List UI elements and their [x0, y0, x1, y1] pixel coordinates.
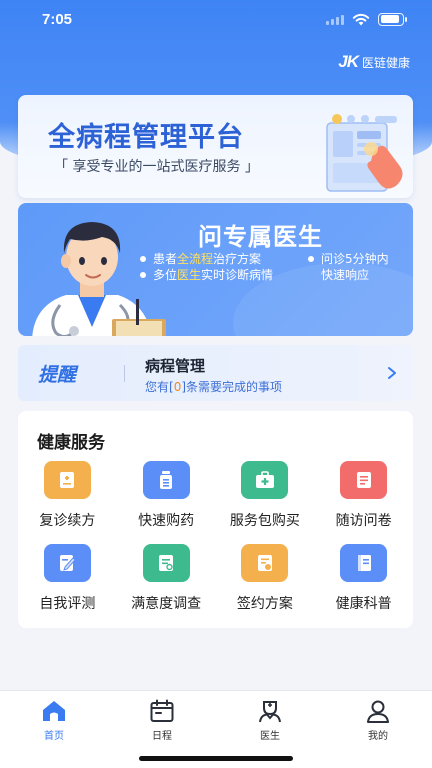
service-label: 服务包购买	[229, 513, 300, 529]
medical-kit-icon	[241, 461, 289, 499]
tab-label: 日程	[152, 731, 172, 742]
tab-profile[interactable]: 我的	[324, 691, 432, 768]
brand-mark: JK	[338, 52, 359, 71]
status-icons	[326, 12, 407, 26]
chevron-right-icon[interactable]	[385, 365, 399, 381]
questionnaire-icon	[340, 461, 388, 499]
doctor-card-title: 问专属医生	[198, 223, 323, 251]
survey-icon	[142, 544, 190, 582]
phone-tap-illustration-icon	[326, 114, 403, 192]
self-assessment-icon	[43, 544, 91, 582]
brand-logo: JK 医链健康	[338, 52, 410, 72]
battery-icon	[378, 12, 407, 26]
reminder-bar[interactable]: 提醒 病程管理 您有[0]条需要完成的事项	[18, 345, 413, 401]
brand-name: 医链健康	[361, 55, 410, 70]
service-buy-medicine[interactable]: 快速购药	[117, 461, 216, 534]
prescription-renew-icon	[43, 461, 91, 499]
status-time: 7:05	[42, 10, 73, 28]
service-prescription-renew[interactable]: 复诊续方	[18, 461, 117, 534]
feature-fast-response: 问诊5分钟内	[308, 250, 389, 267]
status-bar: 7:05	[0, 0, 432, 38]
tab-label: 首页	[44, 731, 64, 742]
signal-icon	[326, 14, 344, 25]
tab-label: 我的	[368, 731, 388, 742]
platform-banner[interactable]: 全病程管理平台 「 享受专业的一站式医疗服务 」	[18, 95, 413, 198]
service-followup-questionnaire[interactable]: 随访问卷	[314, 461, 413, 534]
feature-realtime-diagnosis: 多位 医生 实时诊断病情	[140, 266, 273, 283]
reminder-tag: 提醒	[38, 364, 77, 386]
service-label: 自我评测	[39, 596, 96, 612]
reminder-divider	[124, 365, 125, 382]
service-contract-plan[interactable]: 签约方案	[216, 544, 315, 617]
doctor-icon	[259, 701, 281, 723]
contract-icon	[241, 544, 289, 582]
wifi-icon	[352, 13, 370, 25]
profile-icon	[367, 700, 389, 723]
service-health-education[interactable]: 健康科普	[314, 544, 413, 617]
feature-fast-response-line2: 快速响应	[321, 268, 370, 282]
home-indicator	[139, 756, 293, 761]
service-label: 满意度调查	[131, 596, 202, 612]
tab-home[interactable]: 首页	[0, 691, 108, 768]
service-label: 签约方案	[236, 596, 293, 612]
tab-label: 医生	[260, 731, 280, 742]
service-label: 快速购药	[138, 513, 195, 529]
calendar-icon	[150, 699, 174, 722]
services-grid: 复诊续方 快速购药 服务包购买 随访问卷 自我评测 满意度调查 签约方案 健康科…	[18, 461, 413, 617]
banner-subtitle: 「 享受专业的一站式医疗服务 」	[54, 159, 259, 175]
health-services-panel: 健康服务 复诊续方 快速购药 服务包购买 随访问卷 自我评测 满意度调查 签约方…	[18, 411, 413, 628]
reminder-title: 病程管理	[145, 357, 206, 375]
medicine-bottle-icon	[142, 461, 190, 499]
reminder-text: 您有[0]条需要完成的事项	[145, 380, 283, 394]
banner-title: 全病程管理平台	[48, 122, 244, 153]
ask-doctor-card[interactable]: 问专属医生 患者 全流程 治疗方案 多位 医生 实时诊断病情 问诊5分钟内 快速响应	[18, 203, 413, 336]
service-label: 复诊续方	[39, 513, 96, 529]
book-icon	[340, 544, 388, 582]
service-label: 健康科普	[335, 596, 392, 612]
service-satisfaction-survey[interactable]: 满意度调查	[117, 544, 216, 617]
service-label: 随访问卷	[335, 513, 392, 529]
feature-full-process: 患者 全流程 治疗方案	[140, 250, 261, 267]
service-package-purchase[interactable]: 服务包购买	[216, 461, 315, 534]
service-self-assessment[interactable]: 自我评测	[18, 544, 117, 617]
home-icon	[43, 701, 65, 721]
services-title: 健康服务	[37, 433, 105, 453]
